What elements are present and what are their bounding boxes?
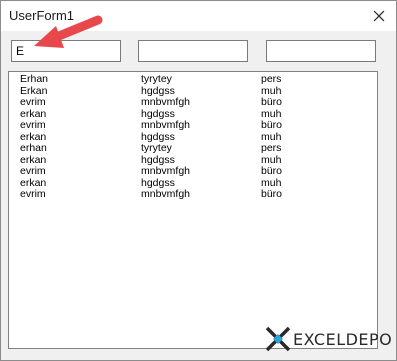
list-item[interactable]: erhan tyrytey pers — [9, 142, 377, 155]
list-item-cell: evrim — [20, 119, 46, 131]
list-item[interactable]: Erhan tyrytey pers — [9, 73, 377, 86]
list-item-cell: evrim — [20, 96, 46, 108]
userform-window: UserForm1 ErhantyryteypersErkanhgdgssmuh… — [0, 0, 397, 361]
list-item[interactable]: evrim mnbvmfgh büro — [9, 188, 377, 201]
list-item-cell: büro — [261, 165, 283, 177]
close-button[interactable] — [362, 1, 396, 31]
list-item-cell: büro — [261, 188, 283, 200]
list-item[interactable]: evrim mnbvmfgh büro — [9, 165, 377, 178]
list-item-cell: pers — [261, 73, 282, 85]
list-item[interactable]: evrim mnbvmfgh büro — [9, 96, 377, 109]
list-item-cell: tyrytey — [141, 142, 172, 154]
title-bar: UserForm1 — [1, 1, 396, 31]
listbox[interactable]: Erhan tyrytey pers Erkan hgdgss muh evrim mnbvm… — [8, 71, 378, 349]
window-title: UserForm1 — [9, 8, 75, 23]
list-item-cell: büro — [261, 119, 283, 131]
exceldepo-logo: EXCELDEPO — [265, 326, 392, 352]
close-icon — [373, 10, 385, 22]
list-item-cell: erhan — [20, 142, 47, 154]
list-item-cell: büro — [261, 96, 283, 108]
textbox-1[interactable] — [11, 40, 121, 62]
list-item[interactable]: erkan hgdgss muh — [9, 131, 377, 144]
list-item-cell: pers — [261, 142, 282, 154]
list-item[interactable]: Erkan hgdgss muh — [9, 85, 377, 98]
textbox-2[interactable] — [138, 40, 248, 62]
list-item-cell: mnbvmfgh — [141, 188, 191, 200]
list-item[interactable]: erkan hgdgss muh — [9, 177, 377, 190]
watermark-text: EXCELDEPO — [293, 329, 393, 349]
list-item-cell: tyrytey — [141, 73, 172, 85]
list-item-cell: Erhan — [20, 73, 49, 85]
list-item-cell: evrim — [20, 188, 46, 200]
list-item-cell: evrim — [20, 165, 46, 177]
listbox-rows: Erhan tyrytey pers Erkan hgdgss muh evrim mnbvm… — [9, 73, 377, 201]
list-item[interactable]: erkan hgdgss muh — [9, 108, 377, 121]
exceldepo-logo-icon — [265, 326, 291, 352]
list-item-cell: mnbvmfgh — [141, 96, 191, 108]
list-item[interactable]: erkan hgdgss muh — [9, 154, 377, 167]
list-item-cell: mnbvmfgh — [141, 119, 191, 131]
list-item[interactable]: evrim mnbvmfgh büro — [9, 119, 377, 132]
textbox-3[interactable] — [266, 40, 376, 62]
list-item-cell: mnbvmfgh — [141, 165, 191, 177]
